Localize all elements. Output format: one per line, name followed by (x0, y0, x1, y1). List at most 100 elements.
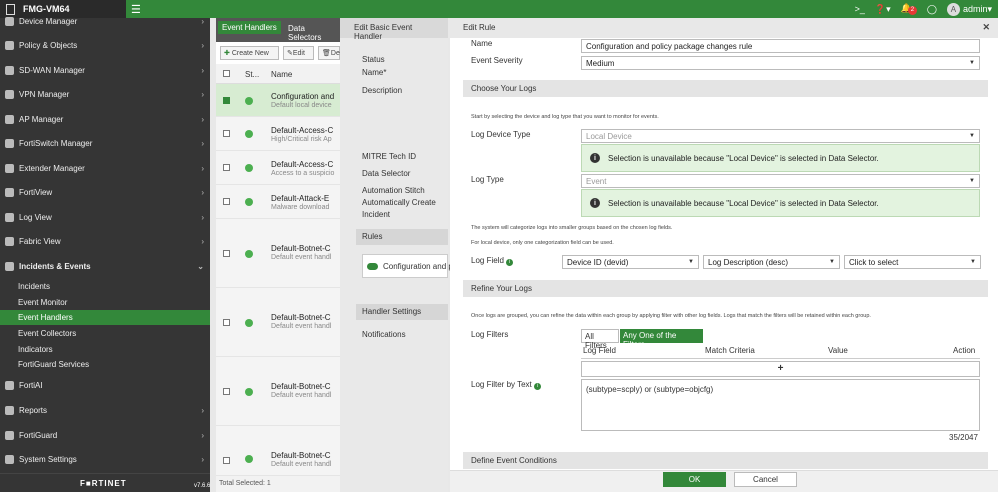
tab-event-handlers[interactable]: Event Handlers (218, 21, 281, 34)
log-type-select[interactable]: Event ▼ (581, 174, 980, 188)
trash-icon: 🗑 (322, 50, 331, 57)
fortiai-icon (5, 380, 14, 390)
table-row[interactable]: Default-Botnet-C Default event handl (216, 288, 340, 357)
sidebar-item-policy-objects[interactable]: Policy & Objects › (0, 33, 210, 57)
sidebar-item-device-manager[interactable]: Device Manager › (0, 9, 210, 33)
row-checkbox[interactable] (223, 198, 230, 205)
info-message: i Selection is unavailable because "Local… (581, 144, 980, 172)
create-new-button[interactable]: ✚ Create New (220, 46, 279, 60)
table-row[interactable]: Default-Attack-E Malware download (216, 185, 340, 219)
row-name: Default-Attack-E (271, 194, 330, 203)
sidebar-item-fabric-view[interactable]: Fabric View › (0, 229, 210, 253)
user-menu[interactable]: A admin ▾ (946, 2, 992, 16)
table-row[interactable]: Default-Access-C High/Critical risk Ap (216, 117, 340, 151)
edit-button[interactable]: ✎ Edit (283, 46, 314, 60)
row-checkbox[interactable] (223, 319, 230, 326)
sidebar-sub-indicators[interactable]: Indicators (0, 342, 210, 357)
info-icon: i (590, 198, 600, 208)
incidents-icon (5, 261, 14, 271)
select-all-checkbox[interactable] (223, 70, 230, 77)
row-checkbox[interactable] (223, 388, 230, 395)
caret-down-icon: ▼ (688, 259, 694, 265)
table-row[interactable]: Default-Botnet-C Default event handl (216, 219, 340, 288)
add-filter-button[interactable]: + (581, 361, 980, 377)
rule-toggle[interactable] (367, 263, 378, 270)
col-status[interactable]: St... (245, 70, 259, 79)
chevron-right-icon: › (201, 236, 204, 246)
table-row[interactable]: Default-Access-C Access to a suspicio (216, 151, 340, 185)
sidebar-item-system-settings[interactable]: System Settings › (0, 447, 210, 471)
sidebar-item-incidents-events[interactable]: Incidents & Events ⌄ (0, 254, 210, 278)
log-field-select-2[interactable]: Log Description (desc) ▼ (703, 255, 840, 269)
row-checkbox[interactable] (223, 457, 230, 464)
delete-button[interactable]: 🗑 De (318, 46, 340, 60)
cancel-button[interactable]: Cancel (734, 472, 797, 487)
chevron-right-icon: › (201, 40, 204, 50)
terminal-icon[interactable]: >_ (855, 4, 865, 14)
table-row[interactable]: Configuration and Default local device (216, 84, 340, 117)
rule-name: Configuration and p (383, 262, 453, 271)
rule-item[interactable]: Configuration and p (362, 254, 453, 278)
device-type-label: Log Device Type (471, 130, 531, 139)
sidebar-item-fortiview[interactable]: FortiView › (0, 180, 210, 204)
row-checkbox[interactable] (223, 97, 230, 104)
log-field-select-1[interactable]: Device ID (devid) ▼ (562, 255, 699, 269)
row-checkbox[interactable] (223, 130, 230, 137)
log-field-select-3[interactable]: Click to select ▼ (844, 255, 981, 269)
edit-label: Edit (292, 49, 305, 57)
field1-value: Device ID (devid) (567, 258, 629, 267)
table-row[interactable]: Default-Botnet-C Default event handl (216, 357, 340, 426)
status-enabled-icon (245, 319, 253, 327)
sidebar-item-vpn-manager[interactable]: VPN Manager › (0, 82, 210, 106)
tab-data-selectors[interactable]: Data Selectors (288, 24, 340, 42)
log-type-value: Event (586, 177, 607, 186)
any-filter-option[interactable]: Any One of the Filters (620, 329, 703, 349)
assistant-icon[interactable]: ◯ (927, 4, 937, 15)
all-filters-option[interactable]: All Filters (581, 329, 619, 350)
chevron-right-icon: › (201, 89, 204, 99)
sidebar-item-extender-manager[interactable]: Extender Manager › (0, 156, 210, 180)
row-checkbox[interactable] (223, 164, 230, 171)
sidebar-item-label: VPN Manager (19, 89, 70, 99)
col-name[interactable]: Name (271, 70, 292, 79)
sidebar-item-label: SD-WAN Manager (19, 65, 85, 75)
fortiview-icon (5, 187, 14, 197)
rules-section: Rules (356, 229, 448, 245)
sidebar-item-fortiai[interactable]: FortiAI (0, 373, 210, 397)
row-name: Default-Botnet-C (271, 382, 331, 391)
sdwan-icon (5, 65, 14, 75)
help-icon[interactable]: ❓▾ (875, 4, 891, 15)
sidebar-item-ap-manager[interactable]: AP Manager › (0, 107, 210, 131)
sidebar-sub-fortiguard-services[interactable]: FortiGuard Services (0, 357, 210, 372)
sidebar-sub-event-handlers[interactable]: Event Handlers (0, 310, 210, 325)
close-icon[interactable]: ✕ (982, 22, 990, 33)
chevron-right-icon: › (201, 187, 204, 197)
device-type-select[interactable]: Local Device ▼ (581, 129, 980, 143)
sidebar-item-sdwan-manager[interactable]: SD-WAN Manager › (0, 58, 210, 82)
sidebar-item-label: FortiAI (19, 380, 43, 390)
table-row[interactable]: Default-Botnet-C Default event handl (216, 426, 340, 476)
name-label: Name (471, 39, 493, 48)
chevron-right-icon: › (201, 65, 204, 75)
row-name: Default-Access-C (271, 160, 334, 169)
sidebar-sub-event-collectors[interactable]: Event Collectors (0, 326, 210, 341)
ok-button[interactable]: OK (663, 472, 726, 487)
row-desc: High/Critical risk Ap (271, 136, 332, 143)
sidebar-sub-incidents[interactable]: Incidents (0, 279, 210, 294)
sidebar-sub-event-monitor[interactable]: Event Monitor (0, 295, 210, 310)
categorize-hint: The system will categorize logs into sma… (471, 225, 673, 231)
sidebar-item-log-view[interactable]: Log View › (0, 205, 210, 229)
sidebar-item-reports[interactable]: Reports › (0, 398, 210, 422)
sidebar-item-fortiswitch-manager[interactable]: FortiSwitch Manager › (0, 131, 210, 155)
row-desc: Malware download (271, 204, 330, 211)
log-field-label-text: Log Field (471, 256, 504, 265)
row-checkbox[interactable] (223, 250, 230, 257)
rule-name-input[interactable]: Configuration and policy package changes… (581, 39, 980, 53)
severity-select[interactable]: Medium ▼ (581, 56, 980, 70)
sidebar-item-fortiguard[interactable]: FortiGuard › (0, 423, 210, 447)
bell-icon[interactable]: 🔔2 (901, 3, 917, 15)
row-desc: Default event handl (271, 461, 332, 468)
log-filters-label: Log Filters (471, 330, 509, 339)
filter-text-area[interactable]: (subtype=scply) or (subtype=objcfg) (581, 379, 980, 431)
incident-label: Incident (362, 210, 391, 219)
